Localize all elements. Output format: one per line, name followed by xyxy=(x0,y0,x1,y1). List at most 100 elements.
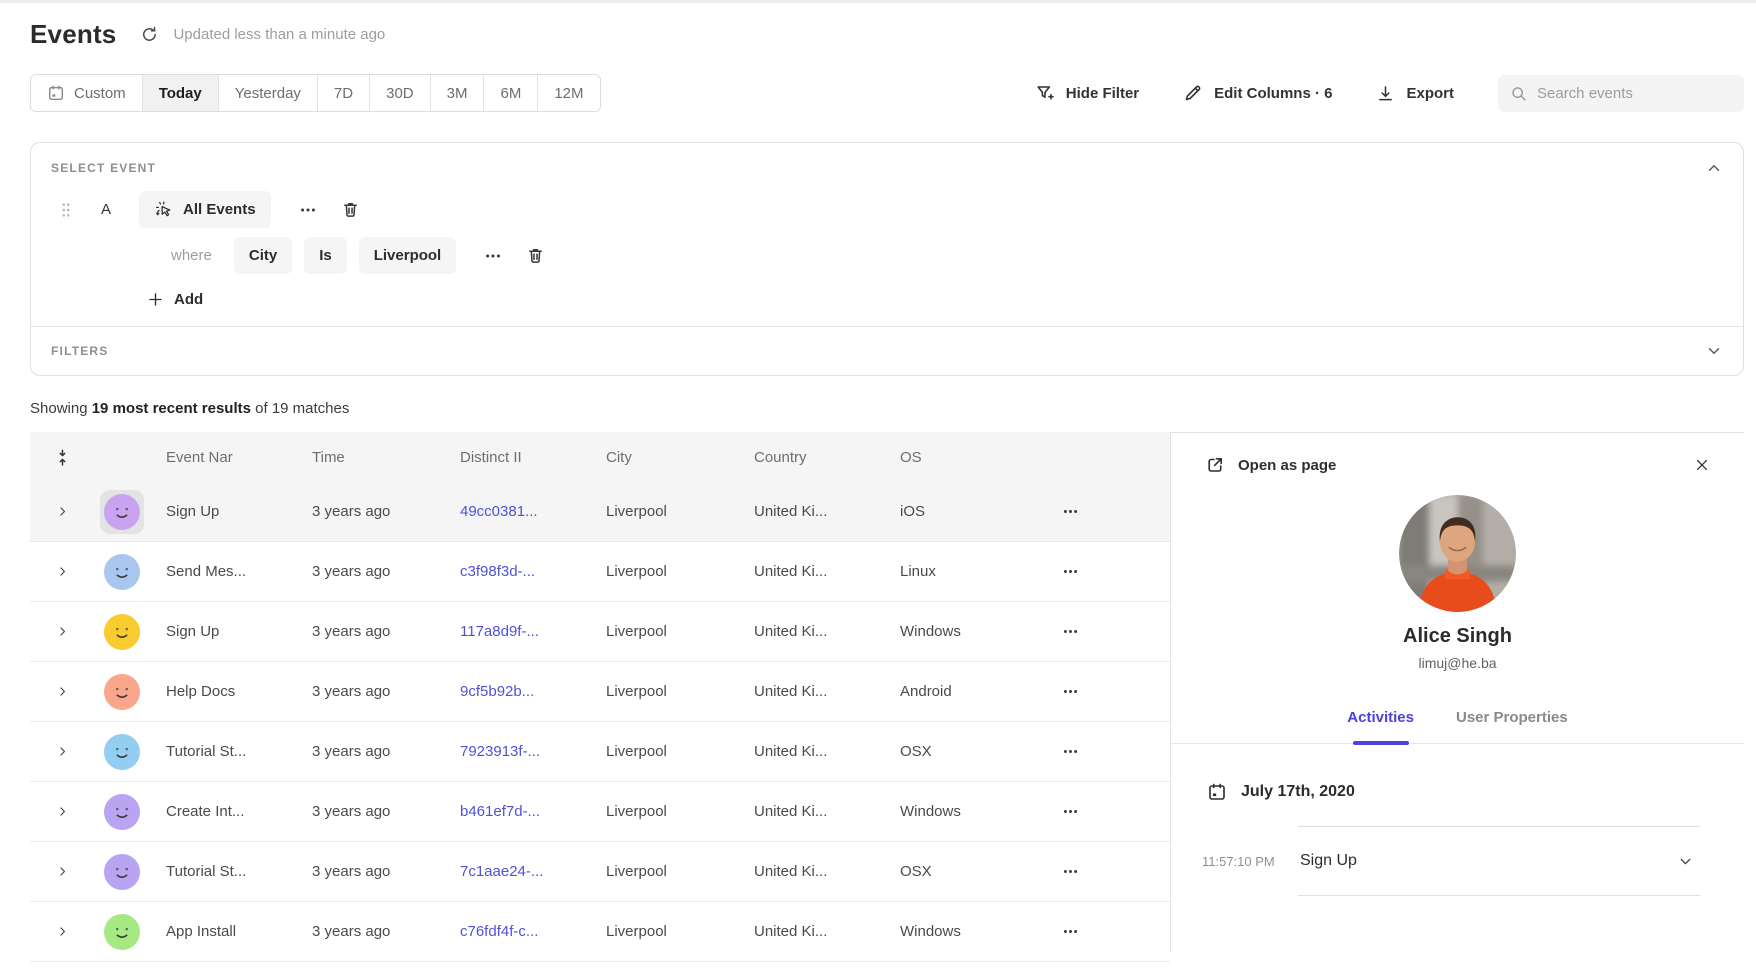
city: Liverpool xyxy=(590,623,738,640)
event-name: Sign Up xyxy=(150,503,296,520)
date-range-label: Custom xyxy=(74,85,126,102)
os: Windows xyxy=(884,623,1034,640)
distinct-id-link[interactable]: c3f98f3d-... xyxy=(444,563,590,580)
open-as-page-button[interactable]: Open as page xyxy=(1205,455,1336,475)
table-row[interactable]: App Install 3 years ago c76fdf4f-c... Li… xyxy=(30,902,1170,962)
table-row[interactable]: Send Mes... 3 years ago c3f98f3d-... Liv… xyxy=(30,542,1170,602)
avatar[interactable]: View Profile xyxy=(100,490,144,534)
table-row[interactable]: Tutorial St... 3 years ago 7c1aae24-... … xyxy=(30,842,1170,902)
avatar[interactable] xyxy=(104,914,140,950)
export-label: Export xyxy=(1406,85,1454,102)
distinct-id-link[interactable]: 117a8d9f-... xyxy=(444,623,590,640)
close-panel-button[interactable] xyxy=(1684,457,1720,473)
hide-filter-button[interactable]: Hide Filter xyxy=(1035,83,1139,103)
table-row[interactable]: Help Docs 3 years ago 9cf5b92b... Liverp… xyxy=(30,662,1170,722)
collapse-all-rows-icon[interactable] xyxy=(55,448,70,467)
calendar-icon xyxy=(47,84,65,102)
event-time: 3 years ago xyxy=(296,743,444,760)
date-range-custom[interactable]: Custom xyxy=(31,75,142,111)
more-options-icon[interactable] xyxy=(1062,803,1170,820)
drag-handle-icon[interactable] xyxy=(61,202,71,218)
expand-row-icon[interactable] xyxy=(56,805,69,818)
more-options-icon[interactable] xyxy=(484,247,502,265)
results-summary: Showing 19 most recent results of 19 mat… xyxy=(30,400,1744,417)
property-chip[interactable]: City xyxy=(234,237,292,274)
date-range-12m[interactable]: 12M xyxy=(537,75,599,111)
expand-row-icon[interactable] xyxy=(56,625,69,638)
col-header-distinct-id: Distinct II xyxy=(444,449,590,466)
country: United Ki... xyxy=(738,503,884,520)
more-options-icon[interactable] xyxy=(1062,623,1170,640)
avatar[interactable] xyxy=(104,734,140,770)
date-range-today[interactable]: Today xyxy=(142,75,218,111)
os: Windows xyxy=(884,803,1034,820)
refresh-button[interactable] xyxy=(140,25,159,44)
value-chip[interactable]: Liverpool xyxy=(359,237,457,274)
avatar[interactable] xyxy=(104,554,140,590)
profile-tabs: Activities User Properties xyxy=(1171,709,1744,744)
collapse-section-button[interactable] xyxy=(1705,159,1723,177)
date-range-7d[interactable]: 7D xyxy=(317,75,369,111)
activity-date-header: July 17th, 2020 xyxy=(1207,782,1744,802)
distinct-id-link[interactable]: b461ef7d-... xyxy=(444,803,590,820)
avatar[interactable] xyxy=(104,614,140,650)
delete-event-icon[interactable] xyxy=(341,200,360,219)
distinct-id-link[interactable]: 7c1aae24-... xyxy=(444,863,590,880)
date-range-label: 30D xyxy=(386,85,414,102)
distinct-id-link[interactable]: 7923913f-... xyxy=(444,743,590,760)
activity-event-select[interactable]: Sign Up xyxy=(1298,826,1700,896)
export-button[interactable]: Export xyxy=(1376,84,1454,103)
date-range-6m[interactable]: 6M xyxy=(483,75,537,111)
event-clause-row: A All Events xyxy=(51,191,1723,228)
distinct-id-link[interactable]: c76fdf4f-c... xyxy=(444,923,590,940)
operator-chip[interactable]: Is xyxy=(304,237,347,274)
avatar[interactable] xyxy=(104,854,140,890)
filters-section[interactable]: FILTERS xyxy=(31,326,1743,375)
avatar[interactable] xyxy=(104,674,140,710)
page-header: Events Updated less than a minute ago xyxy=(30,19,1744,50)
date-range-30d[interactable]: 30D xyxy=(369,75,430,111)
event-selector-chip[interactable]: All Events xyxy=(139,191,271,228)
expand-row-icon[interactable] xyxy=(56,865,69,878)
chevron-down-icon[interactable] xyxy=(1705,342,1723,360)
more-options-icon[interactable] xyxy=(1062,923,1170,940)
tab-activities[interactable]: Activities xyxy=(1347,709,1414,743)
distinct-id-link[interactable]: 9cf5b92b... xyxy=(444,683,590,700)
search-input[interactable] xyxy=(1537,85,1732,102)
avatar[interactable] xyxy=(104,794,140,830)
more-options-icon[interactable] xyxy=(1062,563,1170,580)
date-range-label: 3M xyxy=(447,85,468,102)
filter-icon xyxy=(1035,83,1055,103)
more-options-icon[interactable] xyxy=(1062,743,1170,760)
more-options-icon[interactable] xyxy=(299,201,317,219)
search-icon xyxy=(1510,85,1527,102)
expand-row-icon[interactable] xyxy=(56,685,69,698)
date-range-3m[interactable]: 3M xyxy=(430,75,484,111)
country: United Ki... xyxy=(738,563,884,580)
table-row[interactable]: Create Int... 3 years ago b461ef7d-... L… xyxy=(30,782,1170,842)
expand-row-icon[interactable] xyxy=(56,505,69,518)
table-row[interactable]: Tutorial St... 3 years ago 7923913f-... … xyxy=(30,722,1170,782)
table-row[interactable]: Sign Up 3 years ago 117a8d9f-... Liverpo… xyxy=(30,602,1170,662)
summary-prefix: Showing xyxy=(30,400,92,417)
city: Liverpool xyxy=(590,743,738,760)
date-range-yesterday[interactable]: Yesterday xyxy=(218,75,317,111)
event-name: Create Int... xyxy=(150,803,296,820)
expand-row-icon[interactable] xyxy=(56,565,69,578)
plus-icon xyxy=(147,291,164,308)
col-header-country: Country xyxy=(738,449,884,466)
more-options-icon[interactable] xyxy=(1062,683,1170,700)
open-as-page-label: Open as page xyxy=(1238,457,1336,474)
distinct-id-link[interactable]: 49cc0381... xyxy=(444,503,590,520)
more-options-icon[interactable] xyxy=(1062,503,1170,520)
expand-row-icon[interactable] xyxy=(56,925,69,938)
edit-columns-button[interactable]: Edit Columns · 6 xyxy=(1183,83,1332,103)
expand-row-icon[interactable] xyxy=(56,745,69,758)
where-label: where xyxy=(171,247,212,264)
table-row[interactable]: View Profile Sign Up 3 years ago 49cc038… xyxy=(30,482,1170,542)
add-event-button[interactable]: Add xyxy=(147,291,203,308)
delete-condition-icon[interactable] xyxy=(526,246,545,265)
tab-user-properties[interactable]: User Properties xyxy=(1456,709,1568,743)
hide-filter-label: Hide Filter xyxy=(1066,85,1139,102)
more-options-icon[interactable] xyxy=(1062,863,1170,880)
